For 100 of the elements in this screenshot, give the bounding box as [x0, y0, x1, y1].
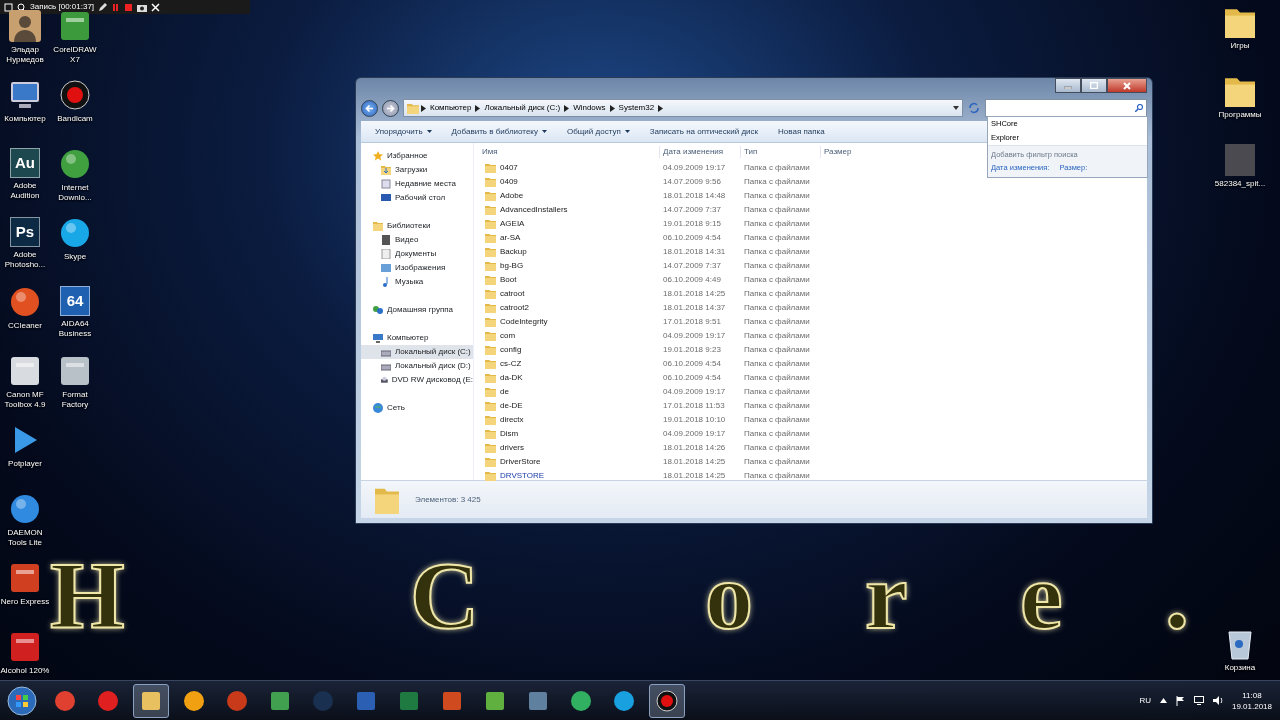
square-logo-icon[interactable]	[9, 562, 41, 594]
camera-icon[interactable]	[137, 2, 148, 12]
arrow-up-icon[interactable]	[1159, 698, 1167, 703]
caret-icon[interactable]	[953, 106, 959, 110]
column-header[interactable]: Дата изменения	[660, 146, 741, 158]
taskbar-app[interactable]	[649, 683, 685, 718]
file-name[interactable]: ar-SA	[500, 232, 521, 244]
nav-item[interactable]: Недавние места	[361, 177, 473, 191]
icon-label[interactable]: Potplayer	[0, 459, 50, 469]
search-field[interactable]	[985, 99, 1147, 117]
file-name[interactable]: de	[500, 386, 509, 398]
icon-label[interactable]: Adobe Photosho...	[0, 250, 50, 270]
file-name[interactable]: Adobe	[500, 190, 524, 202]
square-logo-icon[interactable]	[9, 355, 41, 387]
breadcrumb[interactable]: System32	[616, 102, 657, 114]
file-name[interactable]: Boot	[500, 274, 517, 286]
address-bar[interactable]: Компьютер Локальный диск (C:) Windows System32	[403, 99, 963, 117]
file-name[interactable]: AdvancedInstallers	[500, 204, 568, 216]
icon-label[interactable]: Nero Express	[0, 597, 50, 607]
app-logo[interactable]: Ps	[10, 217, 40, 247]
file-name[interactable]: Dism	[500, 428, 519, 440]
icon-label[interactable]: Корзина	[1215, 663, 1265, 673]
file-name[interactable]: DRVSTORE	[500, 470, 545, 482]
app-logo[interactable]: Au	[10, 148, 40, 178]
back-button[interactable]	[361, 99, 378, 117]
round-logo-icon[interactable]	[59, 217, 91, 249]
chevron-icon[interactable]	[658, 104, 664, 112]
column-header[interactable]: Размер	[821, 146, 852, 158]
file-name[interactable]: CodeIntegrity	[500, 316, 548, 328]
nav-item[interactable]: Изображения	[361, 261, 473, 275]
file-name[interactable]: AGEIA	[500, 218, 525, 230]
trash-bin-icon[interactable]	[1227, 628, 1253, 660]
file-name[interactable]: catroot2	[500, 302, 529, 314]
nav-item[interactable]: Музыка	[361, 275, 473, 289]
nav-item[interactable]: Загрузки	[361, 163, 473, 177]
icon-label[interactable]: Программы	[1210, 110, 1270, 120]
file-name[interactable]: 0407	[500, 162, 518, 174]
icon-label[interactable]: Canon MF Toolbox 4.9	[0, 390, 50, 410]
monitor-icon[interactable]	[9, 79, 41, 111]
chevron-icon[interactable]	[564, 104, 570, 112]
icon-label[interactable]: AIDA64 Business	[50, 319, 100, 339]
toolbar-button[interactable]: Записать на оптический диск	[639, 123, 769, 140]
folder-icon[interactable]	[1225, 75, 1255, 107]
minimize-button[interactable]	[1055, 78, 1081, 93]
round-logo-icon[interactable]	[9, 493, 41, 525]
icon-label[interactable]: 582384_spit...	[1210, 179, 1270, 189]
stop-icon[interactable]	[124, 2, 134, 12]
forward-button[interactable]	[382, 99, 399, 117]
chevron-icon[interactable]	[421, 104, 426, 112]
toolbar-button[interactable]: Общий доступ	[556, 123, 640, 140]
search-icon[interactable]	[17, 2, 26, 12]
language-indicator[interactable]: RU	[1139, 694, 1151, 707]
window-icon[interactable]	[4, 2, 13, 12]
file-name[interactable]: da-DK	[500, 372, 523, 384]
icon-label[interactable]: Format Factory	[50, 390, 100, 410]
chevron-icon[interactable]	[609, 104, 615, 112]
round-logo-icon[interactable]	[59, 148, 91, 180]
round-logo-icon[interactable]	[9, 286, 41, 318]
speaker-icon[interactable]	[1212, 696, 1223, 705]
icon-label[interactable]: CorelDRAW X7	[50, 45, 100, 65]
person-silhouette-icon[interactable]	[9, 10, 41, 42]
file-name[interactable]: directx	[500, 414, 524, 426]
toolbar-button[interactable]: Добавить в библиотеку	[441, 123, 557, 140]
nav-item[interactable]: Локальный диск (C:)	[361, 345, 473, 359]
nav-item[interactable]: Рабочий стол	[361, 191, 473, 205]
taskbar-app[interactable]	[133, 683, 169, 718]
file-name[interactable]: bg-BG	[500, 260, 524, 272]
close-button[interactable]	[1107, 78, 1147, 93]
file-name[interactable]: de-DE	[500, 400, 523, 412]
nav-item[interactable]: Видео	[361, 233, 473, 247]
pencil-icon[interactable]	[98, 2, 108, 12]
file-name[interactable]: DriverStore	[500, 456, 541, 468]
pause-icon[interactable]	[111, 2, 121, 12]
close-icon[interactable]	[151, 2, 161, 12]
nav-item[interactable]: Документы	[361, 247, 473, 261]
square-logo-icon[interactable]	[59, 355, 91, 387]
file-name[interactable]: catroot	[500, 288, 525, 300]
breadcrumb[interactable]: Локальный диск (C:)	[482, 102, 563, 114]
flag-icon[interactable]	[1175, 695, 1185, 706]
icon-label[interactable]: Компьютер	[0, 114, 50, 124]
column-header[interactable]: Тип	[741, 146, 821, 158]
breadcrumb[interactable]: Windows	[571, 102, 608, 114]
maximize-button[interactable]	[1081, 78, 1107, 93]
clock-time[interactable]: 11:08	[1242, 689, 1262, 701]
nav-item[interactable]: Библиотеки	[361, 219, 473, 233]
icon-label[interactable]: Bandicam	[50, 114, 100, 124]
file-name[interactable]: drivers	[500, 442, 524, 454]
nav-item[interactable]: DVD RW дисковод (E:	[361, 373, 473, 387]
breadcrumb[interactable]: Компьютер	[428, 102, 474, 114]
file-name[interactable]: 0409	[500, 176, 518, 188]
file-name[interactable]: cs-CZ	[500, 358, 522, 370]
toolbar-button[interactable]: Новая папка	[768, 123, 835, 140]
start-button[interactable]	[4, 683, 40, 718]
monitor-icon[interactable]	[1193, 696, 1204, 705]
column-header[interactable]: Имя	[479, 146, 660, 158]
nav-item[interactable]: Компьютер	[361, 331, 473, 345]
file-name[interactable]: Backup	[500, 246, 527, 258]
chevron-icon[interactable]	[475, 104, 481, 112]
icon-label[interactable]: Эльдар Нурмедов	[0, 45, 50, 65]
icon-label[interactable]: Internet Downlo...	[50, 183, 100, 203]
